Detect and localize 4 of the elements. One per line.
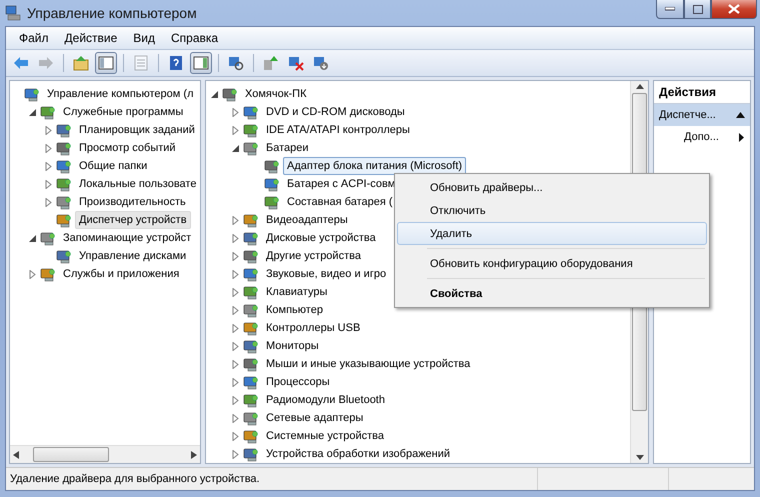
section-label: Диспетче...: [659, 109, 716, 121]
status-text: Удаление драйвера для выбранного устройства.: [9, 473, 261, 485]
window-title: Управление компьютером: [27, 5, 197, 21]
action-label: Допо...: [684, 131, 719, 143]
